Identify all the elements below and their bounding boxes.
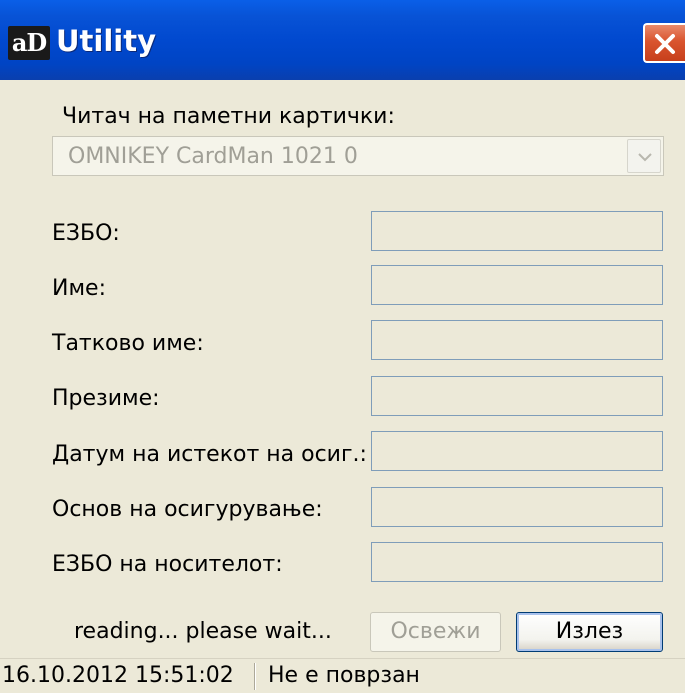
dropdown-button[interactable]	[627, 139, 661, 173]
card-reader-label: Читач на паметни картички:	[62, 104, 395, 129]
refresh-button[interactable]: Освежи	[370, 612, 501, 652]
chevron-down-icon	[638, 153, 652, 162]
connection-status: Не е поврзан	[268, 663, 420, 688]
app-logo-icon: aD	[8, 26, 50, 60]
card-reader-select[interactable]: OMNIKEY CardMan 1021 0	[52, 136, 664, 176]
status-divider	[254, 663, 256, 690]
window-title: Utility	[56, 24, 156, 58]
exit-button[interactable]: Излез	[516, 612, 663, 652]
insurance-expiry-label: Датум на истекот на осиг.:	[52, 442, 367, 467]
close-icon	[655, 34, 675, 54]
father-name-field[interactable]	[371, 320, 663, 360]
status-datetime: 16.10.2012 15:51:02	[2, 663, 234, 688]
first-name-label: Име:	[52, 276, 107, 301]
insurance-expiry-field[interactable]	[371, 431, 663, 471]
close-button[interactable]	[643, 23, 685, 63]
holder-ezbo-field[interactable]	[371, 542, 663, 582]
ezbo-field[interactable]	[371, 211, 663, 251]
card-reader-selected-value: OMNIKEY CardMan 1021 0	[68, 144, 358, 169]
title-bar[interactable]: aD Utility	[0, 0, 685, 80]
insurance-basis-label: Основ на осигурување:	[52, 497, 323, 522]
surname-field[interactable]	[371, 376, 663, 416]
ezbo-label: ЕЗБО:	[52, 221, 120, 246]
utility-window: aD Utility Читач на паметни картички: OM…	[0, 0, 685, 693]
holder-ezbo-label: ЕЗБО на носителот:	[52, 552, 283, 577]
surname-label: Презиме:	[52, 386, 160, 411]
status-bar: 16.10.2012 15:51:02 Не е поврзан	[0, 658, 685, 693]
first-name-field[interactable]	[371, 265, 663, 305]
father-name-label: Татково име:	[52, 331, 204, 356]
reading-status-text: reading... please wait...	[74, 619, 332, 644]
insurance-basis-field[interactable]	[371, 487, 663, 527]
